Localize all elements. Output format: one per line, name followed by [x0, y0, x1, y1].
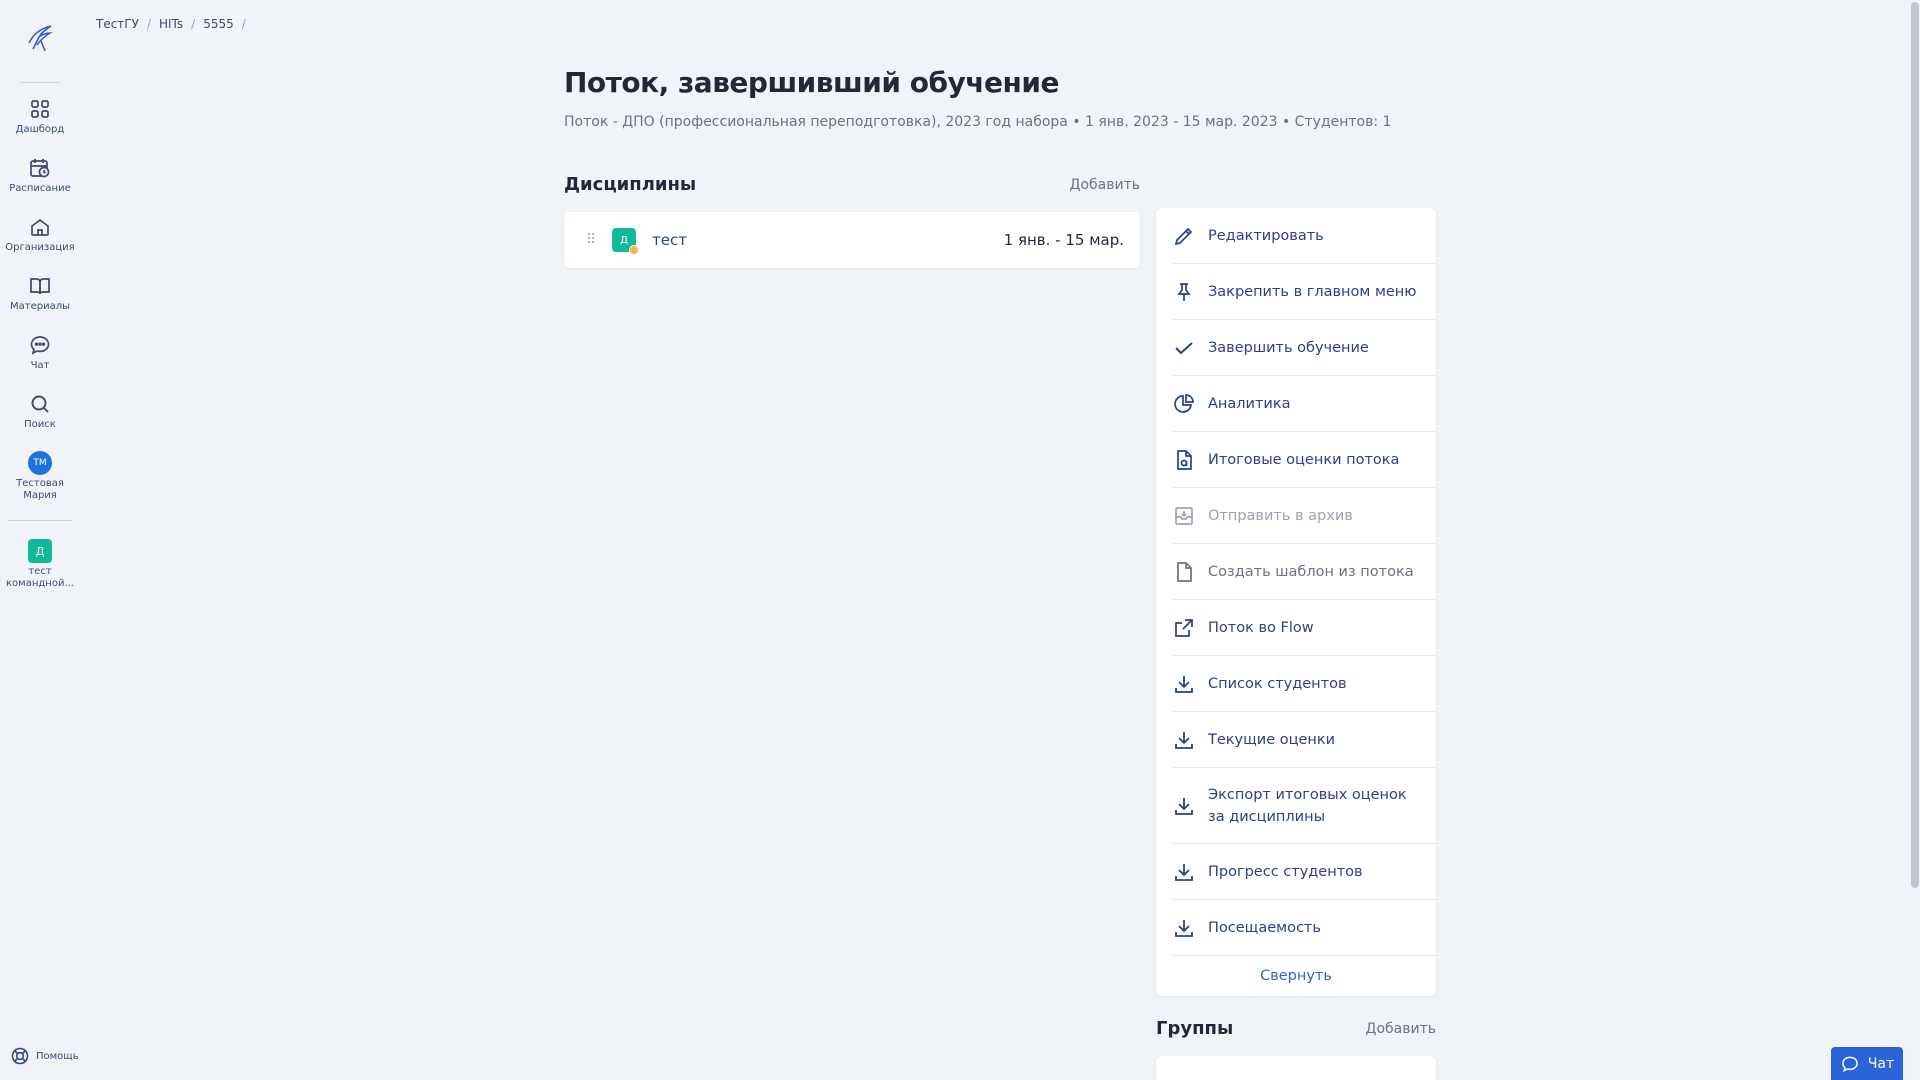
breadcrumb-item[interactable]: 5555 — [203, 17, 234, 31]
disciplines-header: Дисциплины Добавить — [564, 174, 1140, 195]
sidebar-item-label: Чат — [30, 360, 50, 371]
download-icon — [1175, 797, 1193, 815]
sidebar-item-label: Тестовая Мария — [16, 478, 64, 501]
breadcrumb-separator: / — [241, 17, 246, 31]
page-title: Поток, завершивший обучение — [564, 66, 1059, 99]
download-icon — [1175, 863, 1193, 881]
sidebar-item-organization[interactable]: Организация — [0, 209, 80, 260]
menu-item-create-template[interactable]: Создать шаблон из потока — [1172, 544, 1436, 600]
menu-item-student-list[interactable]: Список студентов — [1172, 656, 1436, 712]
menu-item-edit[interactable]: Редактировать — [1172, 208, 1436, 264]
chat-button[interactable]: Чат — [1831, 1047, 1903, 1080]
menu-item-label: Поток во Flow — [1208, 619, 1314, 636]
page-subtitle: Поток - ДПО (профессиональная переподгот… — [564, 114, 1392, 130]
sidebar-item-chat[interactable]: Чат — [0, 327, 80, 378]
sidebar-divider — [20, 82, 60, 83]
pin-icon — [1177, 282, 1191, 301]
sidebar-item-search[interactable]: Поиск — [0, 386, 80, 437]
groups-heading: Группы — [1156, 1018, 1234, 1039]
add-discipline-button[interactable]: Добавить — [1070, 177, 1140, 193]
drag-handle-icon[interactable]: ⠿ — [586, 232, 600, 248]
sidebar-item-dashboard[interactable]: Дашборд — [0, 91, 80, 142]
download-icon — [1175, 731, 1193, 749]
menu-item-label: Отправить в архив — [1208, 507, 1353, 524]
sidebar-item-profile[interactable]: ТМ Тестовая Мария — [0, 445, 80, 508]
sidebar-item-materials[interactable]: Материалы — [0, 268, 80, 319]
menu-item-export-grades[interactable]: Экспорт итоговых оценок за дисциплины — [1172, 768, 1436, 844]
breadcrumb: ТестГУ / HITs / 5555 / — [96, 17, 246, 31]
menu-item-label: Редактировать — [1208, 227, 1324, 244]
sidebar-item-schedule[interactable]: Расписание — [0, 150, 80, 201]
chat-icon — [30, 336, 50, 355]
menu-item-label: Итоговые оценки потока — [1208, 451, 1400, 468]
grid-icon — [31, 100, 49, 118]
menu-item-analytics[interactable]: Аналитика — [1172, 376, 1436, 432]
menu-item-label: Прогресс студентов — [1208, 863, 1363, 880]
menu-item-student-progress[interactable]: Прогресс студентов — [1172, 844, 1436, 900]
sidebar-item-label: тест командной... — [6, 566, 74, 589]
breadcrumb-item[interactable]: HITs — [159, 17, 183, 31]
discipline-badge: Д — [612, 228, 639, 255]
help-label: Помощь — [36, 1050, 79, 1062]
scrollbar-thumb[interactable] — [1911, 2, 1919, 888]
disciplines-heading: Дисциплины — [564, 174, 697, 195]
menu-item-current-grades[interactable]: Текущие оценки — [1172, 712, 1436, 768]
menu-item-flow[interactable]: Поток во Flow — [1172, 600, 1436, 656]
menu-item-pin[interactable]: Закрепить в главном меню — [1172, 264, 1436, 320]
sidebar-item-team[interactable]: Д тест командной... — [0, 533, 80, 596]
file-icon — [1177, 561, 1192, 582]
menu-item-attendance[interactable]: Посещаемость — [1172, 900, 1436, 956]
external-link-icon — [1175, 618, 1193, 637]
add-group-button[interactable]: Добавить — [1366, 1021, 1436, 1037]
breadcrumb-separator: / — [191, 17, 196, 31]
discipline-dates: 1 янв. - 15 мар. — [1003, 231, 1124, 249]
search-icon — [31, 395, 49, 413]
pencil-icon — [1174, 227, 1193, 245]
discipline-row[interactable]: ⠿ Д тест 1 янв. - 15 мар. — [564, 212, 1140, 268]
menu-item-label: Посещаемость — [1208, 919, 1321, 936]
download-icon — [1175, 919, 1193, 937]
breadcrumb-item[interactable]: ТестГУ — [96, 17, 139, 31]
sidebar-item-label: Поиск — [24, 419, 56, 430]
sidebar-item-label: Материалы — [10, 301, 70, 312]
archive-icon — [1175, 506, 1193, 525]
menu-item-label: Экспорт итоговых оценок за дисциплины — [1208, 786, 1407, 825]
download-icon — [1175, 675, 1193, 693]
chat-icon — [1841, 1056, 1858, 1072]
actions-menu: Редактировать Закрепить в главном меню З… — [1156, 208, 1436, 996]
menu-item-label: Текущие оценки — [1208, 731, 1336, 748]
book-icon — [30, 278, 50, 295]
help-link[interactable]: Помощь — [10, 1046, 79, 1066]
menu-item-archive[interactable]: Отправить в архив — [1172, 488, 1436, 544]
menu-item-label: Закрепить в главном меню — [1208, 283, 1417, 300]
discipline-badge-letter: Д — [620, 234, 628, 246]
sidebar-item-label: Дашборд — [15, 124, 65, 135]
home-icon — [31, 218, 49, 236]
groups-card — [1156, 1056, 1436, 1080]
breadcrumb-separator: / — [146, 17, 151, 31]
avatar: ТМ — [28, 451, 52, 475]
menu-item-label: Список студентов — [1208, 675, 1347, 692]
calendar-clock-icon — [30, 159, 50, 178]
menu-item-label: Завершить обучение — [1208, 339, 1369, 356]
sidebar-item-label: Расписание — [9, 183, 71, 194]
groups-header: Группы Добавить — [1156, 1018, 1436, 1039]
menu-item-final-grades[interactable]: Итоговые оценки потока — [1172, 432, 1436, 488]
discipline-name[interactable]: тест — [652, 231, 687, 249]
team-badge: Д — [28, 539, 52, 563]
logo-icon[interactable] — [20, 18, 60, 58]
chat-button-label: Чат — [1867, 1055, 1895, 1072]
menu-item-finish[interactable]: Завершить обучение — [1172, 320, 1436, 376]
sidebar-item-label: Организация — [5, 242, 75, 253]
status-dot-icon — [629, 245, 639, 255]
pie-chart-icon — [1174, 393, 1194, 413]
sidebar-divider — [8, 520, 72, 521]
lifebuoy-icon — [11, 1047, 29, 1065]
collapse-button[interactable]: Свернуть — [1156, 956, 1436, 996]
document-grade-icon — [1177, 449, 1192, 470]
sidebar: Дашборд Расписание Организация Материалы… — [0, 0, 80, 1080]
menu-item-label: Создать шаблон из потока — [1208, 563, 1414, 580]
menu-item-label: Аналитика — [1208, 395, 1291, 412]
check-icon — [1175, 341, 1193, 354]
